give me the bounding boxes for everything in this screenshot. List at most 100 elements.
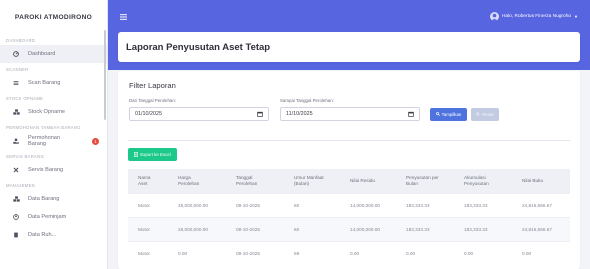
- sidebar-item-data-barang[interactable]: Data Barang: [0, 190, 107, 208]
- export-excel-button[interactable]: Export ke Excel: [128, 148, 177, 161]
- sidebar-item-stock-opname[interactable]: Stock Opname: [0, 103, 107, 121]
- col-nama-aset: Nama Aset: [128, 169, 168, 193]
- col-nilai-buku: Nilai Buku: [512, 169, 570, 193]
- sidebar-item-label: Servis Barang: [28, 167, 64, 173]
- start-date-label: Dari Tanggal Perolehan:: [129, 98, 177, 103]
- cell-penyusutan: 183,333.33: [396, 192, 454, 217]
- cell-umur: 59: [284, 240, 340, 265]
- boxes-icon: [12, 109, 20, 115]
- sidebar-item-label: Data Barang: [28, 196, 60, 202]
- sidebar-item-label: Scan Barang: [28, 80, 61, 86]
- col-akumulasi-penyusutan: Akumulasi Penyusutan: [454, 169, 512, 193]
- section-scanner: SCANNER: [6, 67, 29, 72]
- cell-buku: 0.00: [512, 240, 570, 265]
- section-stock-opname: STOCK OPNAME: [6, 96, 44, 101]
- reset-button[interactable]: Reset: [471, 108, 499, 121]
- start-date-value: 01/10/2025: [135, 111, 162, 117]
- hand-holding-icon: [12, 138, 20, 144]
- sidebar: PAROKI ATMODIRONO DASHBOARD Dashboard SC…: [0, 0, 108, 269]
- user-icon: [12, 214, 20, 220]
- col-harga-perolehan: Harga Perolehan: [168, 169, 226, 193]
- section-manajemen: MANAJEMEN: [6, 183, 35, 188]
- sidebar-item-dashboard[interactable]: Dashboard: [0, 45, 107, 63]
- cell-harga: 25,000,000.00: [168, 192, 226, 217]
- col-tanggal-perolehan: Tanggal Perolehan: [226, 169, 284, 193]
- tools-icon: [12, 167, 20, 173]
- sidebar-item-label: Stock Opname: [28, 109, 65, 115]
- filter-title: Filter Laporan: [129, 81, 176, 90]
- refresh-icon: [476, 112, 480, 117]
- sidebar-item-label-line1: Permohonan: [28, 134, 61, 141]
- cell-penyusutan: 183,333.33: [396, 216, 454, 241]
- sidebar-item-label: Permohonan Barang: [28, 135, 60, 148]
- avatar: [489, 12, 499, 21]
- export-button-label: Export ke Excel: [140, 152, 171, 157]
- cell-harga: 25,000,000.00: [168, 216, 226, 241]
- sidebar-item-permohonan-barang[interactable]: Permohonan Barang 1: [0, 132, 107, 150]
- cell-tanggal: 08-10-2025: [226, 192, 284, 217]
- col-umur-manfaat: Umur Manfaat (Bulan): [284, 169, 340, 193]
- sidebar-item-label: Dashboard: [28, 51, 56, 57]
- cell-akumulasi: 0.00: [454, 240, 512, 265]
- cell-nama: Motor: [128, 192, 168, 217]
- sidebar-item-label: Data Peminjam: [28, 214, 67, 220]
- barcode-icon: [12, 80, 20, 86]
- hamburger-menu-icon[interactable]: [120, 14, 127, 22]
- cell-residu: 0.00: [340, 240, 396, 265]
- calendar-icon[interactable]: [257, 111, 263, 119]
- cell-buku: 24,816,666.67: [512, 192, 570, 217]
- show-button-label: Tampilkan: [441, 112, 462, 117]
- cell-penyusutan: 0.00: [396, 240, 454, 265]
- show-button[interactable]: Tampilkan: [430, 108, 467, 121]
- table-header-row: Nama Aset Harga Perolehan Tanggal Perolehan…: [128, 169, 570, 193]
- reset-button-label: Reset: [482, 112, 494, 117]
- cell-buku: 24,816,666.67: [512, 216, 570, 241]
- col-nilai-residu: Nilai Residu: [340, 169, 396, 193]
- end-date-input[interactable]: 11/10/2025: [280, 107, 420, 121]
- end-date-value: 11/10/2025: [286, 111, 313, 117]
- user-menu[interactable]: Halo, Robertus Finerza Nugroho ▼: [489, 12, 578, 21]
- cell-harga: 0.00: [168, 240, 226, 265]
- cell-nama: Motor: [128, 216, 168, 241]
- cell-akumulasi: 183,333.33: [454, 216, 512, 241]
- depreciation-table: Nama Aset Harga Perolehan Tanggal Perolehan…: [128, 169, 570, 265]
- dashboard-icon: [12, 51, 20, 57]
- sidebar-item-data-ruangan[interactable]: Data Ruh...: [0, 226, 107, 244]
- sidebar-item-data-peminjam[interactable]: Data Peminjam: [0, 208, 107, 226]
- table-row: Motor 25,000,000.00 08-10-2025 60 14,000…: [128, 216, 570, 241]
- cell-residu: 14,000,000.00: [340, 216, 396, 241]
- table-row: Motor 0.00 08-10-2025 59 0.00 0.00 0.00 …: [128, 240, 570, 265]
- sidebar-item-label-line2: Barang: [28, 141, 47, 147]
- start-date-input[interactable]: 01/10/2025: [129, 107, 269, 121]
- cell-tanggal: 08-10-2025: [226, 216, 284, 241]
- filter-card: Filter Laporan Dari Tanggal Perolehan: 0…: [118, 71, 580, 269]
- cell-umur: 60: [284, 216, 340, 241]
- sidebar-item-servis-barang[interactable]: Servis Barang: [0, 161, 107, 179]
- col-penyusutan-per-bulan: Penyusutan per Bulan: [396, 169, 454, 193]
- cell-umur: 60: [284, 192, 340, 217]
- notification-badge: 1: [92, 137, 99, 145]
- sidebar-item-label: Data Ruh...: [28, 232, 57, 238]
- cell-residu: 14,000,000.00: [340, 192, 396, 217]
- table-row: Motor 25,000,000.00 08-10-2025 60 14,000…: [128, 192, 570, 217]
- section-permohonan: PERMOHONAN TAMBAH BARANG: [6, 125, 81, 130]
- file-excel-icon: [134, 151, 139, 158]
- search-icon: [435, 112, 440, 117]
- brand-title[interactable]: PAROKI ATMODIRONO: [0, 0, 107, 34]
- section-servis: SERVIS BARANG: [6, 154, 45, 159]
- user-name: Halo, Robertus Finerza Nugroho: [501, 14, 572, 19]
- building-icon: [12, 232, 20, 238]
- cell-tanggal: 08-10-2025: [226, 240, 284, 265]
- chevron-down-icon: ▼: [574, 14, 578, 19]
- sidebar-scrollbar[interactable]: [104, 30, 106, 120]
- page-title-card: Laporan Penyusutan Aset Tetap: [118, 32, 580, 62]
- cell-akumulasi: 183,333.33: [454, 192, 512, 217]
- end-date-label: Sampai Tanggal Perolehan:: [280, 98, 334, 103]
- divider: [128, 140, 570, 141]
- calendar-icon[interactable]: [408, 111, 414, 119]
- section-dashboard: DASHBOARD: [6, 38, 36, 43]
- page-title: Laporan Penyusutan Aset Tetap: [126, 41, 271, 53]
- boxes-icon: [12, 196, 20, 202]
- cell-nama: Motor: [128, 240, 168, 265]
- sidebar-item-scan-barang[interactable]: Scan Barang: [0, 74, 107, 92]
